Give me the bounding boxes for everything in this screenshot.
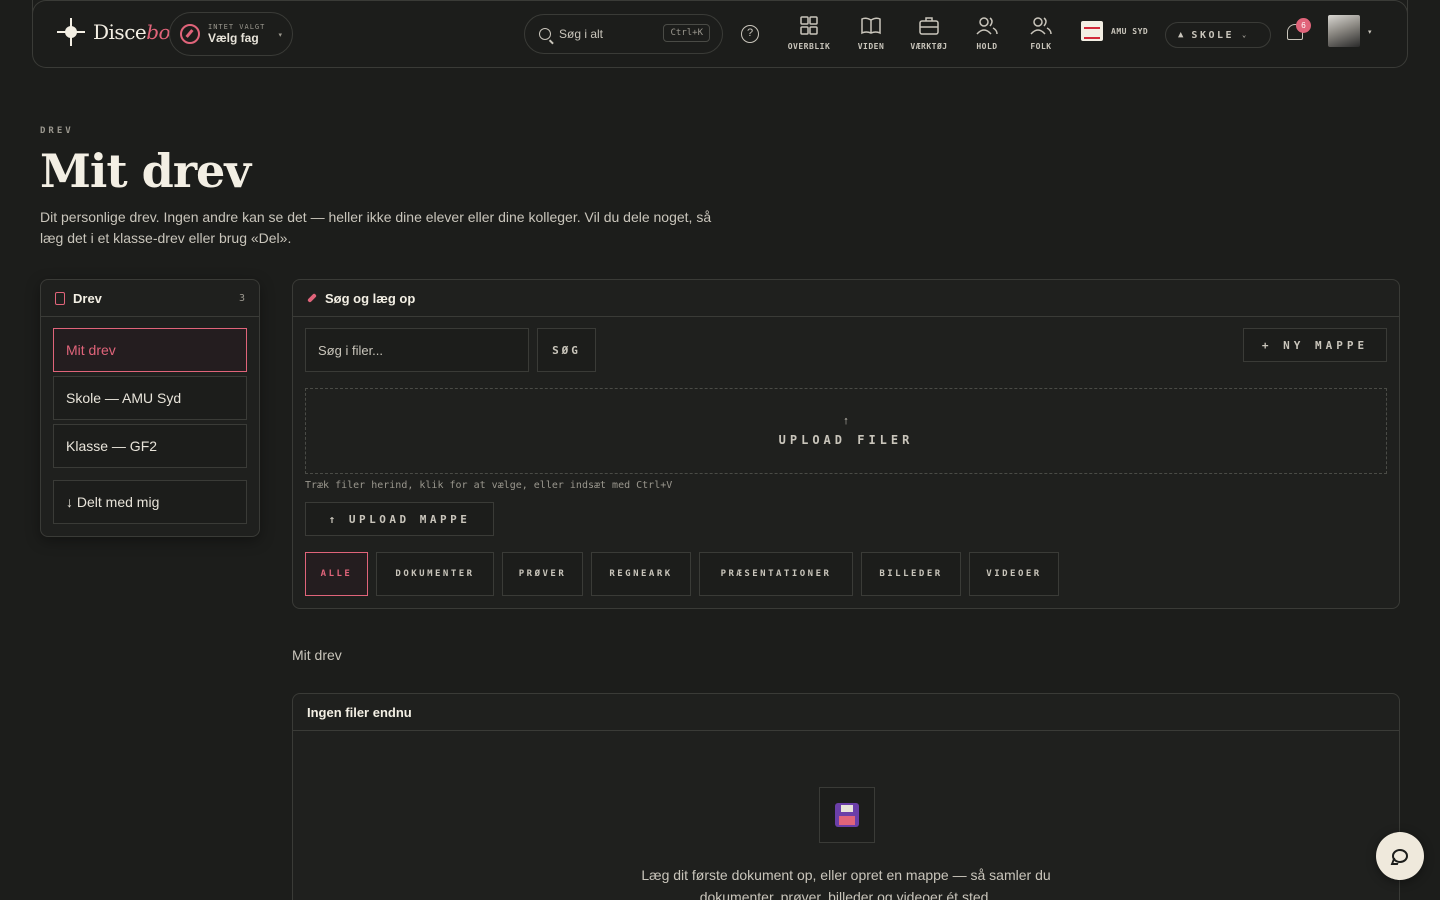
chevron-down-icon[interactable]: ▾ <box>1368 28 1372 36</box>
arrow-up-icon: ↑ <box>843 415 849 427</box>
nav-label: VIDEN <box>857 42 885 51</box>
nav-vaerktoej[interactable]: VÆRKTØJ <box>901 16 957 51</box>
global-search-label: Søg i alt <box>559 27 604 41</box>
filter-proever[interactable]: PRØVER <box>502 552 583 596</box>
page-title: Mit drev <box>40 144 251 198</box>
global-search[interactable]: Søg i alt Ctrl+K <box>524 14 723 54</box>
subject-label: Vælg fag <box>208 31 259 45</box>
filter-regneark[interactable]: REGNEARK <box>591 552 691 596</box>
search-upload-panel: Søg og læg op SØG + NY MAPPE ↑ UPLOAD FI… <box>292 279 1400 609</box>
top-navigation-bar: Discebo INTET VALGT Vælg fag ▾ Søg i alt… <box>32 0 1408 68</box>
logo-text: Disce <box>93 20 147 44</box>
nav-label: FOLK <box>1030 42 1052 51</box>
chevron-down-icon: ⌄ <box>1242 31 1247 39</box>
search-icon <box>539 28 551 40</box>
nav-label: VÆRKTØJ <box>910 42 948 51</box>
empty-state-tile <box>819 787 875 843</box>
chat-bubble-icon <box>1392 849 1408 863</box>
users-icon <box>976 17 998 35</box>
nav-viden[interactable]: VIDEN <box>843 16 899 51</box>
page-description: Dit personlige drev. Ingen andre kan se … <box>40 209 712 246</box>
nav-hold[interactable]: HOLD <box>959 16 1015 51</box>
mode-label: SKOLE <box>1191 29 1235 41</box>
subject-status: INTET VALGT <box>208 23 266 31</box>
school-indicator[interactable]: AMU SYD <box>1081 21 1148 41</box>
sidebar-item-klasse[interactable]: Klasse — GF2 <box>53 424 247 468</box>
nav-label: HOLD <box>976 42 998 51</box>
logo[interactable]: Discebo <box>57 18 171 46</box>
page-eyebrow: DREV <box>40 126 74 136</box>
pin-icon <box>307 293 317 303</box>
avatar[interactable] <box>1328 15 1360 47</box>
panel-title: Søg og læg op <box>325 290 416 306</box>
mode-switch[interactable]: ▲ SKOLE ⌄ <box>1165 22 1271 48</box>
filter-praesentationer[interactable]: PRÆSENTATIONER <box>699 552 853 596</box>
book-icon <box>861 17 881 35</box>
chat-button[interactable] <box>1376 832 1424 880</box>
nav-folk[interactable]: FOLK <box>1013 16 1069 51</box>
empty-title: Ingen filer endnu <box>307 704 412 720</box>
filter-videoer[interactable]: VIDEOER <box>969 552 1059 596</box>
empty-state-text: Læg dit første dokument op, eller opret … <box>641 867 1051 900</box>
sidebar-title: Drev <box>73 290 102 306</box>
grid-icon <box>800 16 818 35</box>
notification-badge: 6 <box>1296 18 1311 33</box>
breadcrumb[interactable]: Mit drev <box>292 647 342 663</box>
help-icon[interactable]: ? <box>741 25 759 43</box>
people-icon <box>1030 17 1052 35</box>
search-shortcut: Ctrl+K <box>663 24 710 42</box>
sidebar-item-skole[interactable]: Skole — AMU Syd <box>53 376 247 420</box>
panel-header: Søg og læg op <box>293 280 1399 317</box>
school-building-icon: ▲ <box>1178 30 1184 40</box>
upload-dropzone[interactable]: ↑ UPLOAD FILER <box>305 388 1387 474</box>
upload-hint: Træk filer herind, klik for at vælge, el… <box>305 480 673 491</box>
upload-folder-button[interactable]: ↑ UPLOAD MAPPE <box>305 502 494 536</box>
sidebar-item-mit-drev[interactable]: Mit drev <box>53 328 247 372</box>
school-logo-icon <box>1081 21 1103 41</box>
logo-mark-icon <box>57 18 85 46</box>
sidebar-item-delt-med-mig[interactable]: ↓ Delt med mig <box>53 480 247 524</box>
nav-label: OVERBLIK <box>787 42 831 51</box>
search-button[interactable]: SØG <box>537 328 596 372</box>
drive-sidebar: Drev 3 Mit drev Skole — AMU Syd Klasse —… <box>40 279 260 537</box>
logo-text-accent: bo <box>146 20 171 44</box>
upload-files-label: UPLOAD FILER <box>778 433 914 447</box>
chevron-down-icon: ▾ <box>278 32 282 39</box>
filter-dokumenter[interactable]: DOKUMENTER <box>376 552 494 596</box>
filter-alle[interactable]: ALLE <box>305 552 368 596</box>
drive-count: 3 <box>238 292 245 304</box>
subject-selector[interactable]: INTET VALGT Vælg fag ▾ <box>169 12 293 56</box>
nav-overblik[interactable]: OVERBLIK <box>781 16 837 51</box>
file-list-header: Ingen filer endnu <box>293 694 1399 731</box>
new-folder-button[interactable]: + NY MAPPE <box>1243 328 1387 362</box>
school-name: AMU SYD <box>1111 26 1149 36</box>
briefcase-icon <box>919 17 939 35</box>
compass-icon <box>180 24 200 44</box>
file-search-input[interactable] <box>305 328 529 372</box>
sidebar-header: Drev 3 <box>41 280 259 317</box>
filter-billeder[interactable]: BILLEDER <box>861 552 961 596</box>
floppy-disk-icon <box>835 803 859 827</box>
file-icon <box>55 291 65 305</box>
file-list-panel: Ingen filer endnu Læg dit første dokumen… <box>292 693 1400 900</box>
